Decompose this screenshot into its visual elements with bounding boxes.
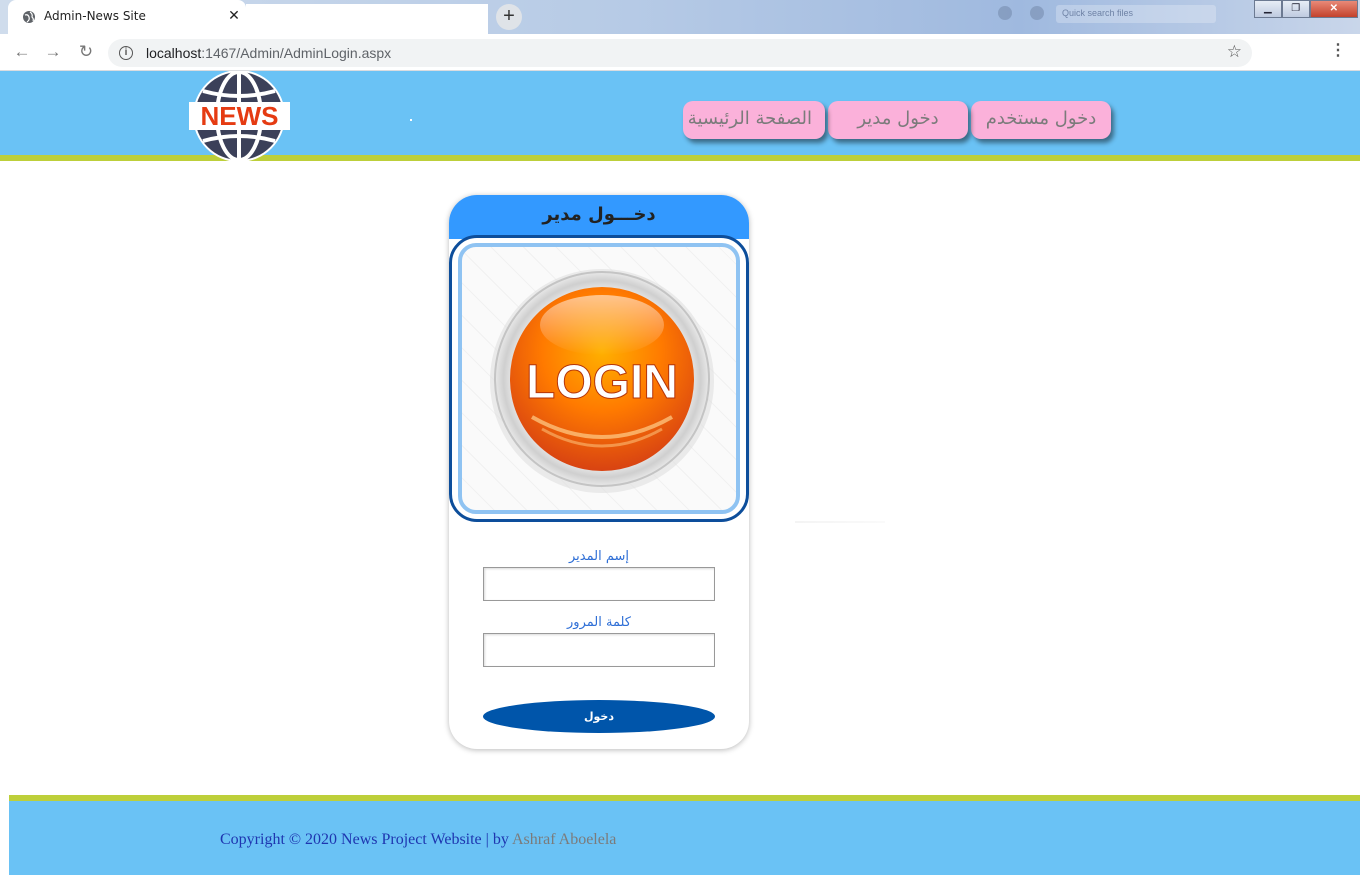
minimize-button[interactable]: ▁: [1254, 0, 1282, 18]
main-nav: دخول مستخدم دخول مدير الصفحة الرئيسية: [683, 101, 1111, 139]
login-image-frame: LOGIN: [449, 235, 749, 522]
tab-title: Admin-News Site: [44, 9, 146, 23]
url-text: localhost:1467/Admin/AdminLogin.aspx: [146, 45, 391, 61]
copyright-text: Copyright © 2020 News Project Website | …: [220, 831, 616, 849]
login-submit-button[interactable]: دخول: [483, 700, 715, 733]
card-header: دخـــول مدير: [449, 195, 749, 239]
author-name: Ashraf Aboelela: [511, 831, 617, 848]
login-image: LOGIN: [458, 243, 740, 514]
news-logo[interactable]: NEWS: [189, 71, 290, 161]
web-page: NEWS دخول مستخدم دخول مدير الصفحة الرئيس…: [0, 71, 1360, 875]
admin-login-card: دخـــول مدير LOGIN إسم المدير كلمة المرو…: [449, 195, 749, 749]
card-title: دخـــول مدير: [542, 204, 656, 225]
nav-home[interactable]: الصفحة الرئيسية: [683, 101, 825, 139]
window-close-button[interactable]: ✕: [1309, 0, 1359, 18]
username-label: إسم المدير: [569, 549, 629, 564]
address-bar: ← → ↻ i localhost:1467/Admin/AdminLogin.…: [0, 34, 1360, 71]
browser-tab-strip: Admin-News Site ✕ + Quick search files ▁…: [0, 0, 1360, 34]
back-arrow-icon[interactable]: ←: [12, 42, 32, 62]
url-path: :1467/Admin/AdminLogin.aspx: [201, 45, 392, 61]
restore-button[interactable]: ❐: [1281, 0, 1310, 18]
info-icon[interactable]: i: [119, 46, 133, 60]
site-footer: Copyright © 2020 News Project Website | …: [9, 795, 1360, 875]
browser-tab-active[interactable]: Admin-News Site ✕: [8, 0, 246, 34]
filter-icon[interactable]: [1030, 6, 1044, 20]
url-host: localhost: [146, 45, 202, 61]
site-header: NEWS دخول مستخدم دخول مدير الصفحة الرئيس…: [0, 71, 1360, 161]
desktop-search-input[interactable]: Quick search files: [1056, 5, 1216, 23]
decorative-line: [795, 521, 885, 523]
login-image-text: LOGIN: [526, 356, 678, 409]
globe-icon: [23, 11, 35, 23]
password-label: كلمة المرور: [567, 615, 631, 630]
kebab-menu-icon[interactable]: ⋮: [1330, 42, 1346, 60]
password-input[interactable]: [483, 633, 715, 667]
bookmark-star-icon[interactable]: ☆: [1227, 42, 1242, 62]
browser-tab-blank[interactable]: [246, 4, 488, 34]
nav-admin-login[interactable]: دخول مدير: [828, 101, 968, 139]
smiley-icon[interactable]: [998, 6, 1012, 20]
reload-icon[interactable]: ↻: [76, 42, 96, 62]
username-input[interactable]: [483, 567, 715, 601]
window-controls: ▁ ❐ ✕: [1254, 0, 1359, 18]
url-input[interactable]: i localhost:1467/Admin/AdminLogin.aspx ☆: [108, 39, 1252, 67]
decorative-dot: [410, 119, 412, 121]
login-button-graphic: LOGIN: [490, 269, 714, 493]
nav-user-login[interactable]: دخول مستخدم: [971, 101, 1111, 139]
logo-text: NEWS: [201, 101, 279, 131]
copyright-label: Copyright © 2020 News Project Website | …: [220, 831, 512, 848]
forward-arrow-icon[interactable]: →: [43, 42, 63, 62]
new-tab-button[interactable]: +: [496, 4, 522, 30]
close-icon[interactable]: ✕: [226, 7, 242, 24]
